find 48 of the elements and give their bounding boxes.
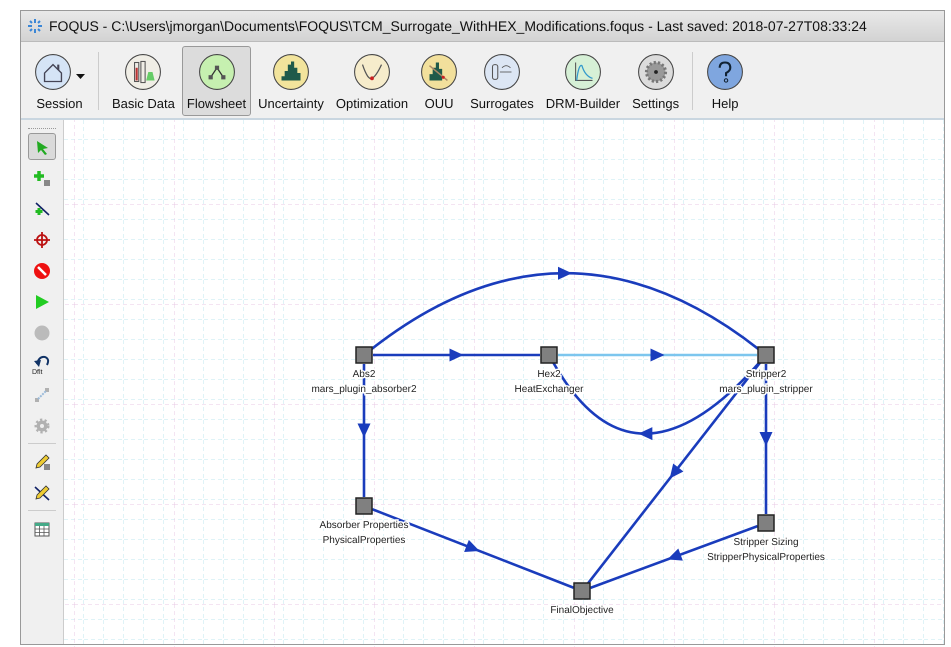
toolbar-button[interactable]: Session [29,46,90,116]
toolbar-button[interactable]: Optimization [330,46,414,116]
histogram-curve-icon [420,53,458,91]
lab-glassware-icon [124,53,162,91]
node-name: Absorber Properties [320,520,408,531]
app-logo-icon [27,18,43,34]
crosshair-icon [33,230,51,248]
gear-icon [636,53,675,91]
node-name: Hex2 [537,369,561,380]
toolbar-button[interactable]: Basic Data [107,46,180,116]
toolbar-button[interactable]: OUU [415,46,464,116]
curve-minimum-icon [353,53,391,91]
flowsheet-node[interactable] [757,514,775,532]
pencil-cross-icon [33,484,51,502]
add-node-icon [33,168,51,186]
toolbar-button[interactable]: Flowsheet [182,46,252,116]
histogram-icon [272,53,310,91]
node-model: PhysicalProperties [322,535,406,546]
toolbar-button[interactable]: Surrogates [465,46,539,116]
add-edge-icon [33,200,51,218]
flowsheet-node[interactable] [757,346,775,364]
circle-icon [33,324,51,342]
toolbar-button[interactable]: Help [701,46,750,116]
flowsheet-node[interactable] [355,346,373,364]
flow-edge[interactable] [558,348,757,362]
toolbar-button[interactable]: DRM-Builder [540,46,626,116]
node-name: FinalObjective [550,605,614,616]
flowsheet-node[interactable] [573,582,591,600]
house-icon [34,53,72,91]
table-icon [33,520,51,538]
edge-link-icon [33,386,51,404]
flow-edge[interactable] [370,266,760,350]
run-icon [33,292,51,310]
function-icon [482,53,521,91]
stop-icon [33,262,51,280]
flowsheet-node[interactable] [540,346,558,364]
flow-edge[interactable] [373,348,540,362]
node-model: StripperPhysicalProperties [707,552,825,563]
help-icon [706,53,744,91]
decay-curve-icon [564,53,602,91]
window-title: FOQUS - C:\Users\jmorgan\Documents\FOQUS\TCM_Surrogate_WithHEX_Modifications.foqus - Last saved: 2018-07-27T08:33:24 [49,18,867,34]
gear-icon [33,416,51,434]
toolbar-button[interactable]: Uncertainty [253,46,329,116]
node-name: Stripper Sizing [733,537,799,548]
flowsheet-node[interactable] [355,497,373,515]
flowsheet-icon [198,53,236,91]
pencil-icon [33,452,51,470]
toolbar-button[interactable]: Settings [627,46,684,116]
